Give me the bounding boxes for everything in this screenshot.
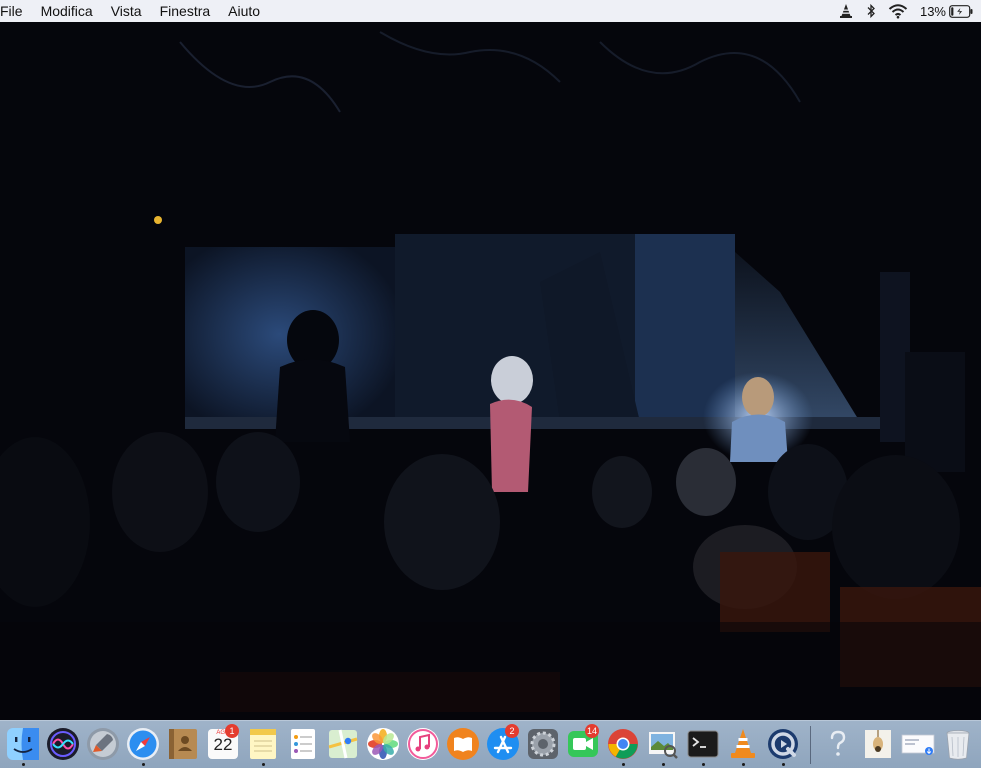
dock-vlc[interactable] — [724, 723, 762, 767]
notification-badge: 14 — [584, 723, 599, 738]
dock-finder[interactable] — [4, 723, 42, 767]
document-stack-icon — [865, 729, 891, 758]
menu-bar: File Modifica Vista Finestra Aiuto 13% — [0, 0, 981, 22]
dock-notes[interactable] — [244, 723, 282, 767]
notification-badge: 1 — [225, 723, 239, 738]
dock-itunes[interactable] — [404, 723, 442, 767]
dock-separator — [810, 725, 811, 764]
dock-calendar[interactable]: AGO 22 1 — [204, 723, 242, 767]
dock-contacts[interactable] — [164, 723, 202, 767]
dock-maps[interactable] — [324, 723, 362, 767]
menu-file[interactable]: File — [0, 0, 32, 22]
battery-percentage: 13% — [919, 3, 946, 19]
siri-icon — [47, 727, 79, 760]
notification-badge: 2 — [505, 723, 519, 738]
dock-ibooks[interactable] — [444, 723, 482, 767]
quicktime-icon — [768, 728, 798, 759]
dock-safari[interactable] — [124, 723, 162, 767]
vlc-icon — [731, 728, 755, 758]
battery-status[interactable]: 13% — [920, 0, 973, 22]
theatre-photo — [0, 22, 981, 720]
calendar-day: 22 — [213, 734, 233, 754]
running-indicator — [261, 762, 265, 766]
dock-quicktime[interactable] — [764, 723, 802, 767]
running-indicator — [661, 762, 665, 766]
notes-icon — [250, 728, 276, 759]
dock-document-stack[interactable] — [859, 723, 897, 767]
safari-icon — [127, 727, 159, 760]
menu-vista[interactable]: Vista — [102, 0, 151, 22]
running-indicator — [781, 762, 785, 766]
running-indicator — [621, 762, 625, 766]
dock-preview[interactable] — [644, 723, 682, 767]
dock-trash[interactable] — [939, 723, 977, 767]
preview-icon — [649, 731, 678, 759]
dock-reminders[interactable] — [284, 723, 322, 767]
contacts-icon — [169, 728, 197, 759]
dock-siri[interactable] — [44, 723, 82, 767]
dock-help[interactable] — [819, 723, 857, 767]
dock: AGO 22 1 2 14 — [0, 720, 981, 768]
photos-icon — [367, 727, 399, 760]
dock-downloads-stack[interactable] — [899, 723, 937, 767]
menu-finestra[interactable]: Finestra — [151, 0, 220, 22]
launchpad-icon — [87, 727, 119, 760]
dock-facetime[interactable]: 14 — [564, 723, 602, 767]
dock-terminal[interactable] — [684, 723, 722, 767]
app-menus: File Modifica Vista Finestra Aiuto — [0, 0, 269, 22]
battery-charging-icon — [949, 0, 973, 22]
running-indicator — [141, 762, 145, 766]
bluetooth-icon[interactable] — [866, 0, 876, 22]
wifi-icon[interactable] — [888, 0, 908, 22]
running-indicator — [741, 762, 745, 766]
downloads-stack-icon — [901, 734, 935, 755]
desktop: File Modifica Vista Finestra Aiuto 13% A… — [0, 0, 981, 768]
itunes-icon — [407, 727, 439, 760]
running-indicator — [21, 762, 25, 766]
chrome-icon — [608, 728, 638, 759]
menu-modifica[interactable]: Modifica — [32, 0, 102, 22]
dock-chrome[interactable] — [604, 723, 642, 767]
maps-icon — [328, 729, 358, 758]
desktop-wallpaper — [0, 22, 981, 720]
dock-photos[interactable] — [364, 723, 402, 767]
help-question-icon — [830, 730, 846, 756]
dock-launchpad[interactable] — [84, 723, 122, 767]
menu-aiuto[interactable]: Aiuto — [219, 0, 269, 22]
status-menus: 13% — [838, 0, 981, 22]
running-indicator — [701, 762, 705, 766]
dock-app-store[interactable]: 2 — [484, 723, 522, 767]
dock-system-preferences[interactable] — [524, 723, 562, 767]
reminders-icon — [291, 728, 315, 759]
trash-icon — [946, 729, 970, 760]
vlc-cone-icon[interactable] — [838, 0, 854, 22]
system-preferences-icon — [528, 728, 558, 759]
ibooks-icon — [447, 727, 479, 760]
finder-icon — [7, 727, 39, 760]
terminal-icon — [687, 730, 719, 757]
